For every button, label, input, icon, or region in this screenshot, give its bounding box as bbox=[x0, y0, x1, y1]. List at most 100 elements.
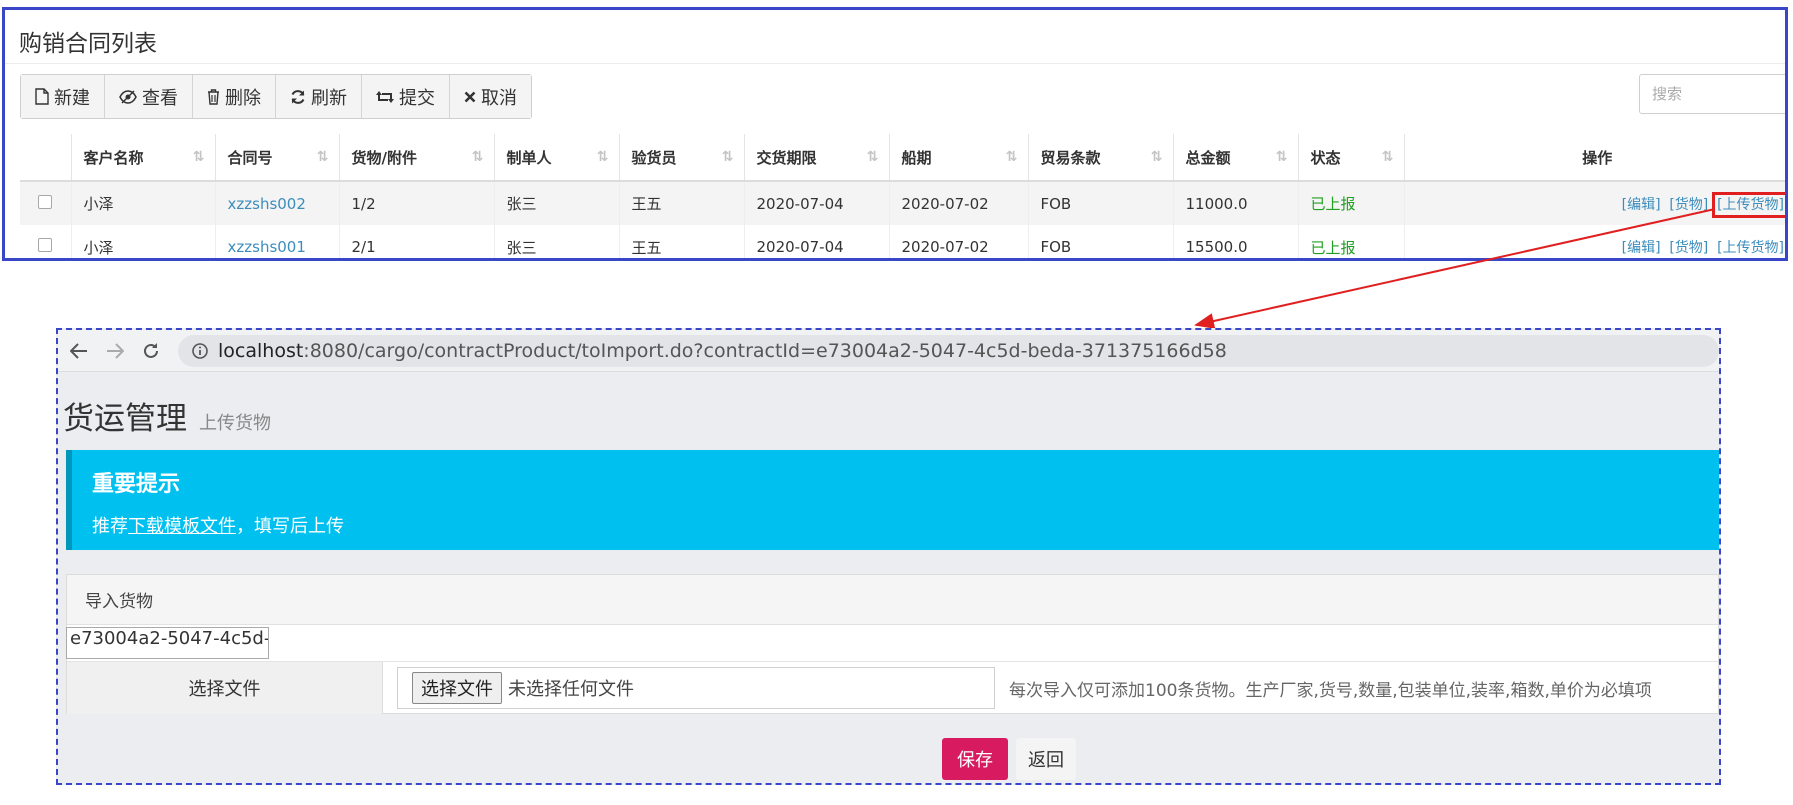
sort-icon[interactable]: ⇅ bbox=[1151, 149, 1163, 165]
cell-contract-no[interactable]: xzzshs001 bbox=[215, 225, 340, 258]
column-header-delivery[interactable]: 交货期限 ⇅ bbox=[744, 134, 890, 182]
contract-table: 客户名称 ⇅ 合同号 ⇅ 货物/附件 ⇅ 制单人 ⇅ 验货员 ⇅ 交货期限 ⇅ 船期 ⇅ 贸易… bbox=[20, 134, 1785, 258]
back-button[interactable]: 返回 bbox=[1016, 738, 1076, 780]
edit-link[interactable]: [编辑] bbox=[1622, 197, 1661, 213]
cell-inspector: 王五 bbox=[619, 181, 745, 225]
column-header-ship-date[interactable]: 船期 ⇅ bbox=[889, 134, 1029, 182]
goods-link[interactable]: [货物] bbox=[1669, 240, 1708, 256]
submit-button[interactable]: 提交 bbox=[362, 75, 450, 118]
refresh-button[interactable]: 刷新 bbox=[276, 75, 362, 118]
contract-no-link[interactable]: xzzshs001 bbox=[228, 238, 306, 256]
callout-body: 推荐下载模板文件，填写后上传 bbox=[92, 512, 1699, 538]
table-row: 小泽 xzzshs001 2/1 张三 王五 2020-07-04 2020-0… bbox=[20, 225, 1785, 258]
cancel-label: 取消 bbox=[481, 87, 517, 109]
column-header-amount[interactable]: 总金额 ⇅ bbox=[1173, 134, 1299, 182]
column-header-inspector[interactable]: 验货员 ⇅ bbox=[619, 134, 745, 182]
contract-list-panel: 购销合同列表 新建 查看 删除 刷新 提交 取消 搜索 客户名称 ⇅ 合同号 ⇅… bbox=[2, 7, 1788, 261]
contract-id-field[interactable]: e73004a2-5047-4c5d-b bbox=[66, 627, 269, 659]
cell-amount: 15500.0 bbox=[1173, 225, 1299, 258]
cell-contract-no[interactable]: xzzshs002 bbox=[215, 181, 340, 225]
column-header-creator[interactable]: 制单人 ⇅ bbox=[494, 134, 620, 182]
cell-trade-terms: FOB bbox=[1028, 225, 1174, 258]
cell-status: 已上报 bbox=[1298, 181, 1405, 225]
file-row: 选择文件 选择文件 未选择任何文件 每次导入仅可添加100条货物。生产厂家,货号… bbox=[67, 661, 1718, 714]
back-arrow-icon[interactable] bbox=[64, 336, 94, 366]
upload-goods-link[interactable]: [上传货物] bbox=[1717, 240, 1784, 256]
browser-toolbar: localhost:8080/cargo/contractProduct/toI… bbox=[58, 330, 1719, 372]
forward-arrow-icon[interactable] bbox=[100, 336, 130, 366]
cell-delivery: 2020-07-04 bbox=[744, 225, 890, 258]
download-template-link[interactable]: 下载模板文件 bbox=[128, 516, 236, 537]
address-bar[interactable]: localhost:8080/cargo/contractProduct/toI… bbox=[178, 334, 1719, 367]
cell-customer: 小泽 bbox=[71, 181, 216, 225]
view-button[interactable]: 查看 bbox=[105, 75, 193, 118]
table-header-row: 客户名称 ⇅ 合同号 ⇅ 货物/附件 ⇅ 制单人 ⇅ 验货员 ⇅ 交货期限 ⇅ 船期 ⇅ 贸易… bbox=[20, 134, 1785, 182]
submit-label: 提交 bbox=[399, 87, 435, 109]
cancel-button[interactable]: 取消 bbox=[450, 75, 531, 118]
column-header-goods[interactable]: 货物/附件 ⇅ bbox=[339, 134, 495, 182]
file-status: 未选择任何文件 bbox=[508, 679, 634, 700]
upload-goods-link[interactable]: [上传货物] bbox=[1712, 191, 1785, 218]
browser-window: localhost:8080/cargo/contractProduct/toI… bbox=[56, 328, 1721, 785]
view-label: 查看 bbox=[142, 87, 178, 109]
sort-icon[interactable]: ⇅ bbox=[193, 149, 205, 165]
url-host: localhost bbox=[218, 339, 304, 362]
cell-creator: 张三 bbox=[494, 181, 620, 225]
edit-link[interactable]: [编辑] bbox=[1622, 240, 1661, 256]
cell-customer: 小泽 bbox=[71, 225, 216, 258]
sort-icon[interactable]: ⇅ bbox=[472, 149, 484, 165]
trash-icon bbox=[208, 88, 219, 105]
file-icon bbox=[35, 88, 49, 105]
cell-actions: [编辑] [货物] [上传货物] bbox=[1404, 225, 1785, 258]
close-icon bbox=[464, 91, 476, 102]
row-select[interactable] bbox=[20, 225, 72, 258]
contract-no-link[interactable]: xzzshs002 bbox=[228, 195, 306, 213]
cell-creator: 张三 bbox=[494, 225, 620, 258]
sort-icon[interactable]: ⇅ bbox=[867, 149, 879, 165]
cell-status: 已上报 bbox=[1298, 225, 1405, 258]
row-checkbox[interactable] bbox=[38, 194, 53, 209]
list-toolbar: 新建 查看 删除 刷新 提交 取消 bbox=[20, 74, 532, 119]
sort-icon[interactable]: ⇅ bbox=[1276, 149, 1288, 165]
new-button[interactable]: 新建 bbox=[21, 75, 105, 118]
row-select[interactable] bbox=[20, 181, 72, 225]
sort-icon[interactable]: ⇅ bbox=[1006, 149, 1018, 165]
reload-icon[interactable] bbox=[136, 336, 166, 366]
status-badge: 已上报 bbox=[1310, 238, 1356, 257]
callout-title: 重要提示 bbox=[92, 472, 181, 497]
save-button[interactable]: 保存 bbox=[942, 738, 1008, 780]
goods-link[interactable]: [货物] bbox=[1669, 197, 1708, 213]
cell-amount: 11000.0 bbox=[1173, 181, 1299, 225]
delete-button[interactable]: 删除 bbox=[193, 75, 276, 118]
search-input[interactable] bbox=[1639, 74, 1785, 114]
sort-icon[interactable]: ⇅ bbox=[1382, 149, 1394, 165]
title-divider bbox=[5, 63, 1785, 64]
sort-icon[interactable]: ⇅ bbox=[597, 149, 609, 165]
choose-file-button[interactable]: 选择文件 bbox=[412, 672, 502, 704]
import-goods-box: 导入货物 e73004a2-5047-4c5d-b 选择文件 选择文件 未选择任… bbox=[66, 574, 1719, 714]
refresh-label: 刷新 bbox=[311, 87, 347, 109]
import-box-header: 导入货物 bbox=[67, 575, 1718, 625]
column-header-actions: 操作 bbox=[1404, 134, 1785, 182]
file-label: 选择文件 bbox=[67, 662, 383, 714]
callout-text: 推荐 bbox=[92, 516, 128, 537]
cell-ship-date: 2020-07-02 bbox=[889, 225, 1029, 258]
info-icon[interactable] bbox=[192, 342, 208, 359]
delete-label: 删除 bbox=[225, 87, 261, 109]
row-checkbox[interactable] bbox=[38, 238, 53, 252]
sort-icon[interactable]: ⇅ bbox=[722, 149, 734, 165]
new-label: 新建 bbox=[54, 87, 90, 109]
column-header-trade-terms[interactable]: 贸易条款 ⇅ bbox=[1028, 134, 1174, 182]
list-title: 购销合同列表 bbox=[19, 31, 157, 57]
column-header-customer[interactable]: 客户名称 ⇅ bbox=[71, 134, 216, 182]
column-header-status[interactable]: 状态 ⇅ bbox=[1298, 134, 1405, 182]
sort-icon[interactable]: ⇅ bbox=[317, 149, 329, 165]
page-heading: 货运管理 上传货物 bbox=[63, 393, 271, 438]
cell-trade-terms: FOB bbox=[1028, 181, 1174, 225]
column-header-contract-no[interactable]: 合同号 ⇅ bbox=[215, 134, 340, 182]
cell-ship-date: 2020-07-02 bbox=[889, 181, 1029, 225]
table-row: 小泽 xzzshs002 1/2 张三 王五 2020-07-04 2020-0… bbox=[20, 181, 1785, 225]
file-input[interactable]: 选择文件 未选择任何文件 bbox=[397, 667, 995, 709]
refresh-icon bbox=[291, 89, 305, 104]
retweet-icon bbox=[376, 90, 394, 103]
